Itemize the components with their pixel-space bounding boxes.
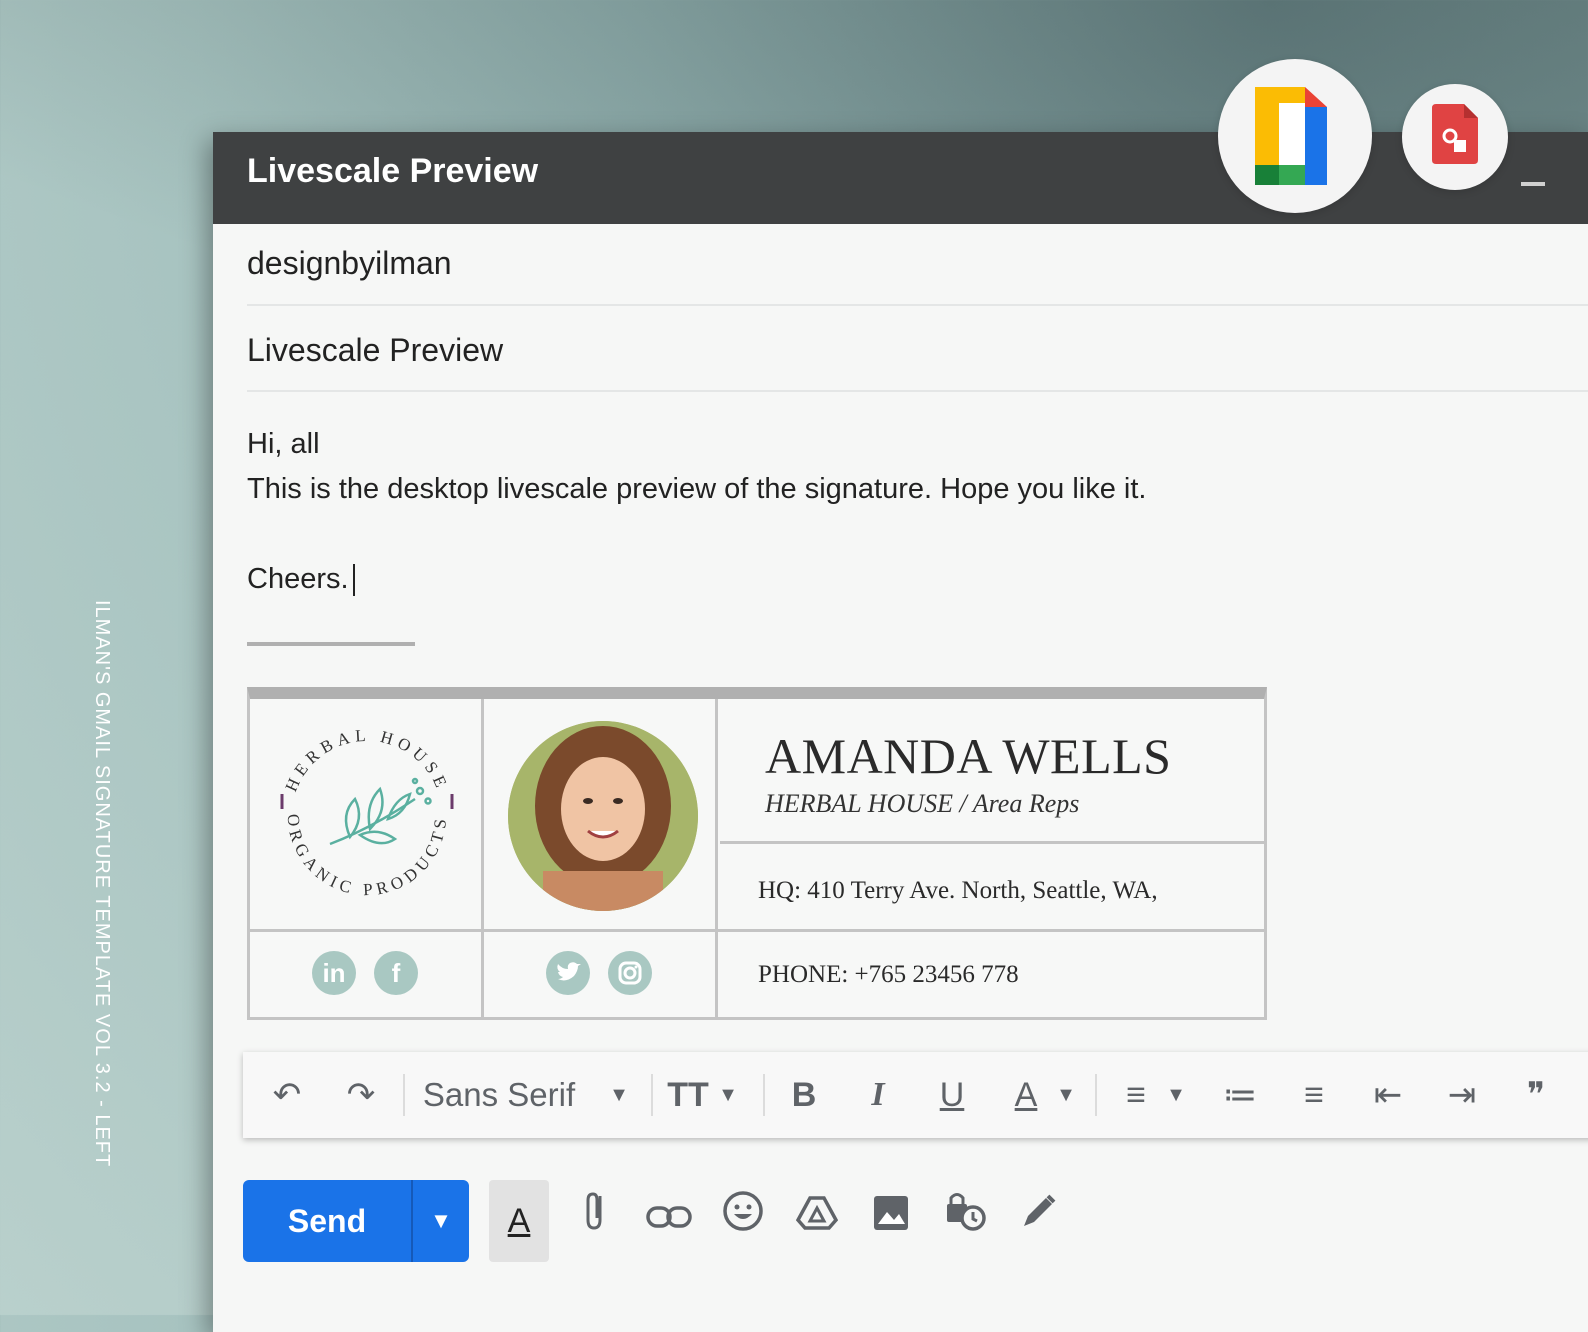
signature-separator	[247, 642, 415, 646]
font-family-select[interactable]: Sans Serif	[419, 1052, 579, 1138]
attach-icon[interactable]	[565, 1180, 625, 1262]
svg-text:HERBAL HOUSE: HERBAL HOUSE	[282, 726, 453, 795]
send-button[interactable]: Send ▼	[243, 1180, 469, 1262]
google-docs-icon[interactable]	[1218, 59, 1372, 213]
profile-photo	[508, 721, 698, 911]
signature-role: HERBAL HOUSE / Area Reps	[765, 789, 1080, 818]
undo-icon[interactable]: ↶	[257, 1052, 317, 1138]
indent-less-icon[interactable]: ⇤	[1363, 1052, 1413, 1138]
svg-text:ORGANIC PRODUCTS: ORGANIC PRODUCTS	[284, 813, 451, 899]
logo-top-text: HERBAL HOUSE	[282, 726, 448, 795]
chevron-down-icon[interactable]: ▼	[599, 1052, 639, 1138]
formatting-options-icon[interactable]: A	[489, 1180, 549, 1262]
bold-icon[interactable]: B	[779, 1052, 829, 1138]
send-label: Send	[287, 1203, 367, 1239]
to-value: designbyilman	[247, 245, 452, 281]
facebook-icon[interactable]: f	[374, 951, 418, 995]
signature-name: AMANDA WELLS	[765, 728, 1172, 784]
signature-pen-icon[interactable]	[1009, 1180, 1069, 1262]
body-line: This is the desktop livescale preview of…	[247, 473, 1147, 505]
linkedin-icon[interactable]: in	[312, 951, 356, 995]
to-field[interactable]: designbyilman	[247, 224, 1588, 306]
italic-icon[interactable]: I	[853, 1052, 903, 1138]
divider	[720, 929, 1264, 932]
toolbar-separator	[763, 1074, 765, 1116]
underline-icon[interactable]: U	[927, 1052, 977, 1138]
profile-portrait	[508, 721, 698, 911]
minimize-icon[interactable]	[1521, 182, 1545, 186]
twitter-icon[interactable]	[546, 951, 590, 995]
align-icon[interactable]: ≡	[1111, 1052, 1161, 1138]
text-color-icon[interactable]: A	[1001, 1052, 1051, 1138]
subject-field[interactable]: Livescale Preview	[247, 306, 1588, 392]
message-body[interactable]: Hi, all This is the desktop livescale pr…	[247, 422, 1588, 602]
confidential-mode-icon[interactable]	[935, 1180, 995, 1262]
numbered-list-icon[interactable]: ≔	[1215, 1052, 1265, 1138]
toolbar-separator	[1095, 1074, 1097, 1116]
chevron-down-icon[interactable]: ▼	[1161, 1052, 1191, 1138]
email-signature: HERBAL HOUSE ORGANIC PRODUCTS AMANDA WEL…	[247, 687, 1267, 1020]
divider	[720, 841, 1264, 844]
chevron-down-icon[interactable]: ▼	[1051, 1052, 1081, 1138]
quote-icon[interactable]: ❞	[1511, 1052, 1561, 1138]
logo-bottom-text: ORGANIC PRODUCTS	[284, 813, 446, 899]
drive-icon[interactable]	[787, 1180, 847, 1262]
window-title: Livescale Preview	[247, 152, 539, 190]
toolbar-separator	[403, 1074, 405, 1116]
google-slides-icon[interactable]	[1402, 84, 1508, 190]
chevron-down-icon[interactable]: ▼	[413, 1180, 469, 1262]
body-line: Cheers.	[247, 557, 1588, 602]
insert-photo-icon[interactable]	[861, 1180, 921, 1262]
herbal-house-logo: HERBAL HOUSE ORGANIC PRODUCTS	[280, 726, 454, 899]
bulleted-list-icon[interactable]: ≡	[1289, 1052, 1339, 1138]
side-caption: ILMAN'S GMAIL SIGNATURE TEMPLATE VOL 3.2…	[91, 600, 113, 1168]
toolbar-separator	[651, 1074, 653, 1116]
subject-value: Livescale Preview	[247, 332, 504, 368]
divider	[250, 929, 720, 932]
title-bar: Livescale Preview	[213, 132, 1588, 224]
redo-icon[interactable]: ↷	[331, 1052, 391, 1138]
signature-phone: PHONE: +765 23456 778	[758, 961, 1019, 988]
chevron-down-icon[interactable]: ▼	[713, 1052, 743, 1138]
font-size-icon[interactable]: TT	[663, 1052, 713, 1138]
link-icon[interactable]	[639, 1180, 699, 1262]
text-cursor	[352, 564, 355, 597]
emoji-icon[interactable]	[713, 1180, 773, 1262]
formatting-toolbar: ↶ ↷ Sans Serif ▼ TT ▼ B I U A ▼ ≡ ▼ ≔ ≡ …	[243, 1052, 1588, 1138]
indent-more-icon[interactable]: ⇥	[1437, 1052, 1487, 1138]
body-line: Hi, all	[247, 428, 320, 460]
signature-address: HQ: 410 Terry Ave. North, Seattle, WA,	[758, 877, 1158, 904]
instagram-icon[interactable]	[608, 951, 652, 995]
compose-window: Livescale Preview designbyilman Livescal…	[213, 132, 1588, 1332]
